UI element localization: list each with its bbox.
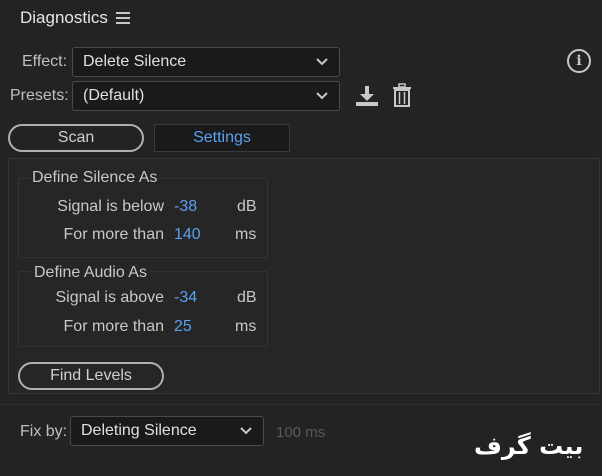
divider — [0, 404, 602, 405]
fix-by-label: Fix by: — [20, 423, 68, 440]
signal-below-label: Signal is below — [57, 198, 164, 215]
silence-duration-unit: ms — [235, 226, 257, 243]
fix-by-value: Deleting Silence — [81, 422, 197, 439]
chevron-down-icon — [240, 427, 252, 435]
audio-duration-value[interactable]: 25 — [174, 318, 192, 336]
audio-duration-label: For more than — [63, 318, 164, 335]
tab-settings[interactable]: Settings — [154, 124, 290, 152]
signal-above-unit: dB — [237, 289, 257, 306]
chevron-down-icon — [316, 92, 328, 100]
presets-label: Presets: — [10, 87, 69, 104]
audio-duration-unit: ms — [235, 318, 257, 335]
presets-value: (Default) — [83, 87, 145, 104]
trash-icon[interactable] — [392, 83, 412, 107]
fix-by-dropdown[interactable]: Deleting Silence — [70, 416, 264, 446]
panel-title: Diagnostics — [20, 8, 108, 27]
silence-duration-label: For more than — [63, 226, 164, 243]
find-levels-button[interactable]: Find Levels — [18, 362, 164, 390]
effect-value: Delete Silence — [83, 53, 187, 70]
signal-above-label: Signal is above — [55, 289, 164, 306]
signal-below-unit: dB — [237, 198, 257, 215]
watermark: بیت گرف — [474, 432, 584, 460]
info-icon[interactable]: i — [567, 49, 591, 73]
presets-dropdown[interactable]: (Default) — [72, 81, 340, 111]
effect-label: Effect: — [22, 53, 68, 70]
fix-by-extra-value: 100 ms — [276, 424, 326, 441]
download-icon[interactable] — [354, 84, 380, 108]
hamburger-menu-icon[interactable] — [116, 12, 130, 24]
signal-below-value[interactable]: -38 — [174, 198, 197, 216]
define-silence-group — [18, 178, 268, 258]
define-silence-title: Define Silence As — [30, 169, 160, 187]
signal-above-value[interactable]: -34 — [174, 289, 197, 307]
effect-dropdown[interactable]: Delete Silence — [72, 47, 340, 77]
define-audio-title: Define Audio As — [32, 264, 149, 282]
tab-scan[interactable]: Scan — [8, 124, 144, 152]
silence-duration-value[interactable]: 140 — [174, 226, 201, 244]
chevron-down-icon — [316, 58, 328, 66]
